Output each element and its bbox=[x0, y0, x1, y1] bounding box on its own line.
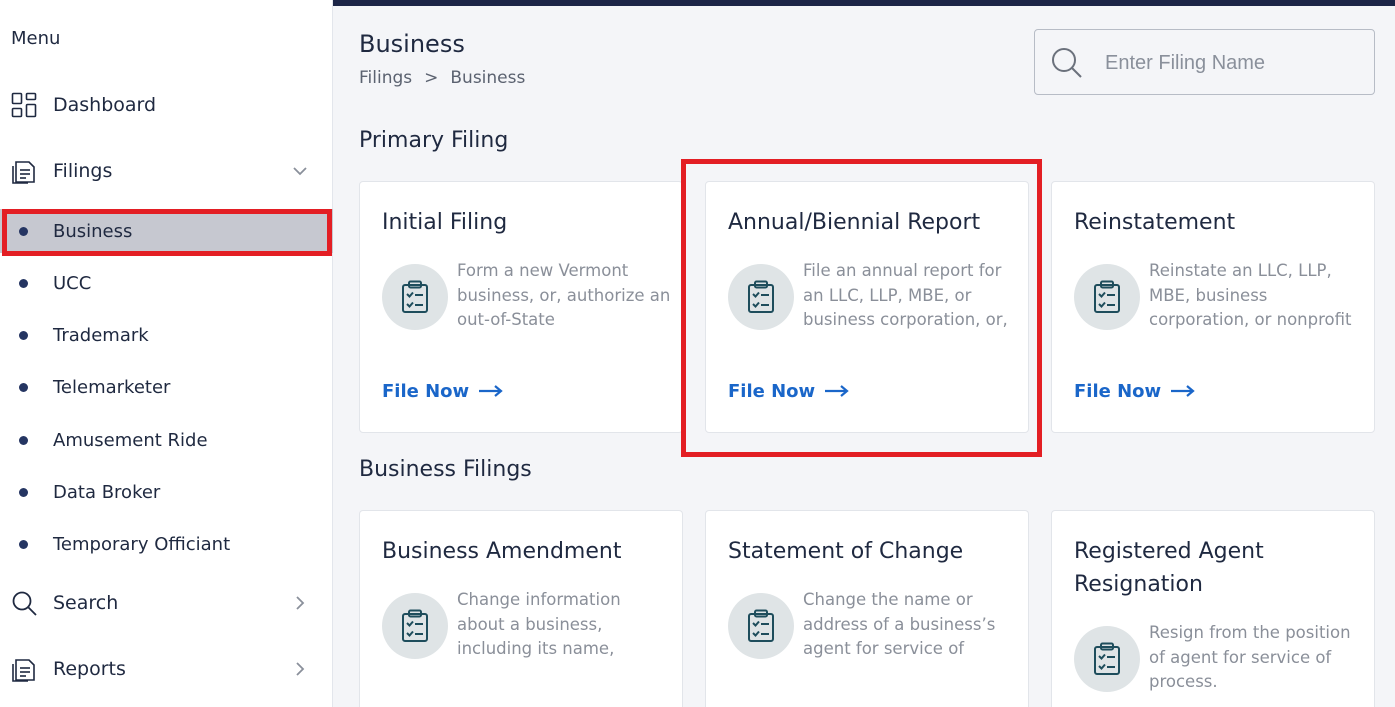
card-description: Resign from the position of agent for se… bbox=[1149, 623, 1351, 691]
file-now-link[interactable]: File Now bbox=[1074, 381, 1195, 402]
bullet-icon bbox=[19, 435, 28, 445]
search-input[interactable] bbox=[1105, 46, 1355, 80]
file-now-link[interactable]: File Now bbox=[382, 381, 503, 402]
sidebar-subitem-telemarketer[interactable]: Telemarketer bbox=[0, 365, 333, 409]
card-title: Business Amendment bbox=[382, 539, 622, 564]
filing-card-registered-agent-resignation: Registered Agent Resignation Resign from… bbox=[1051, 510, 1375, 707]
filing-card-annual-report: Annual/Biennial Report File an annual re… bbox=[705, 181, 1029, 433]
filing-card-business-amendment: Business Amendment Change information ab… bbox=[359, 510, 683, 707]
chevron-right-icon[interactable] bbox=[290, 659, 310, 679]
file-now-label: File Now bbox=[382, 381, 470, 402]
sidebar-subitem-label: Telemarketer bbox=[53, 376, 171, 398]
sidebar-subitem-label: Temporary Officiant bbox=[53, 533, 231, 555]
bullet-icon bbox=[19, 226, 28, 236]
chevron-down-icon[interactable] bbox=[290, 161, 310, 181]
bullet-icon bbox=[19, 487, 28, 497]
breadcrumb-separator: > bbox=[424, 68, 439, 88]
sidebar-item-reports[interactable]: Reports bbox=[0, 649, 333, 689]
sidebar-subitem-label: Trademark bbox=[53, 324, 149, 346]
card-description: File an annual report for an LLC, LLP, M… bbox=[803, 261, 1008, 329]
bullet-icon bbox=[19, 382, 28, 392]
sidebar-subitem-business[interactable]: Business bbox=[0, 209, 333, 253]
search-icon bbox=[1050, 46, 1084, 80]
sidebar-item-label: Search bbox=[53, 592, 119, 614]
file-now-label: File Now bbox=[728, 381, 816, 402]
clipboard-icon bbox=[728, 593, 794, 659]
document-icon bbox=[11, 656, 38, 683]
card-title: Annual/Biennial Report bbox=[728, 210, 981, 235]
sidebar-subitem-amusement-ride[interactable]: Amusement Ride bbox=[0, 418, 333, 462]
bullet-icon bbox=[19, 539, 28, 549]
clipboard-icon bbox=[382, 264, 448, 330]
sidebar-item-search[interactable]: Search bbox=[0, 583, 333, 623]
section-title-business: Business Filings bbox=[359, 457, 532, 482]
search-icon bbox=[11, 590, 38, 617]
breadcrumb: Filings > Business bbox=[359, 68, 525, 88]
chevron-right-icon[interactable] bbox=[290, 593, 310, 613]
sidebar-subitem-ucc[interactable]: UCC bbox=[0, 261, 333, 305]
clipboard-icon bbox=[728, 264, 794, 330]
card-title: Reinstatement bbox=[1074, 210, 1236, 235]
top-bar bbox=[333, 0, 1395, 6]
clipboard-icon bbox=[1074, 626, 1140, 692]
sidebar-item-label: Reports bbox=[53, 658, 126, 680]
dashboard-icon bbox=[11, 92, 38, 119]
filing-card-statement-of-change: Statement of Change Change the name or a… bbox=[705, 510, 1029, 707]
card-description: Change the name or address of a business… bbox=[803, 590, 996, 658]
clipboard-icon bbox=[382, 593, 448, 659]
sidebar: Menu Dashboard Filings Business UCC Trad… bbox=[0, 0, 333, 707]
sidebar-item-label: Dashboard bbox=[53, 94, 157, 116]
card-description: Form a new Vermont business, or, authori… bbox=[457, 261, 671, 329]
filing-card-reinstatement: Reinstatement Reinstate an LLC, LLP, MBE… bbox=[1051, 181, 1375, 433]
sidebar-item-dashboard[interactable]: Dashboard bbox=[0, 85, 333, 125]
card-title: Registered Agent Resignation bbox=[1074, 539, 1264, 597]
sidebar-subitem-label: UCC bbox=[53, 272, 92, 294]
sidebar-subitem-temporary-officiant[interactable]: Temporary Officiant bbox=[0, 522, 333, 566]
page-title: Business bbox=[359, 30, 465, 58]
clipboard-icon bbox=[1074, 264, 1140, 330]
file-now-link[interactable]: File Now bbox=[728, 381, 849, 402]
sidebar-subitem-trademark[interactable]: Trademark bbox=[0, 313, 333, 357]
card-description: Reinstate an LLC, LLP, MBE, business cor… bbox=[1149, 261, 1352, 329]
breadcrumb-business: Business bbox=[450, 68, 526, 88]
sidebar-subitem-label: Business bbox=[53, 220, 133, 242]
sidebar-item-label: Filings bbox=[53, 160, 113, 182]
sidebar-subitem-label: Data Broker bbox=[53, 481, 161, 503]
menu-heading: Menu bbox=[11, 28, 61, 49]
bullet-icon bbox=[19, 278, 28, 288]
bullet-icon bbox=[19, 330, 28, 340]
sidebar-subitem-label: Amusement Ride bbox=[53, 429, 208, 451]
arrow-right-icon bbox=[825, 381, 849, 402]
document-icon bbox=[11, 158, 38, 185]
arrow-right-icon bbox=[1171, 381, 1195, 402]
arrow-right-icon bbox=[479, 381, 503, 402]
card-title: Statement of Change bbox=[728, 539, 964, 564]
filing-search[interactable] bbox=[1034, 29, 1375, 95]
filing-card-initial: Initial Filing Form a new Vermont busine… bbox=[359, 181, 683, 433]
file-now-label: File Now bbox=[1074, 381, 1162, 402]
sidebar-subitem-data-broker[interactable]: Data Broker bbox=[0, 470, 333, 514]
card-title: Initial Filing bbox=[382, 210, 508, 235]
card-description: Change information about a business, inc… bbox=[457, 590, 621, 658]
section-title-primary: Primary Filing bbox=[359, 128, 509, 153]
sidebar-item-filings[interactable]: Filings bbox=[0, 151, 333, 191]
breadcrumb-filings[interactable]: Filings bbox=[359, 68, 412, 88]
